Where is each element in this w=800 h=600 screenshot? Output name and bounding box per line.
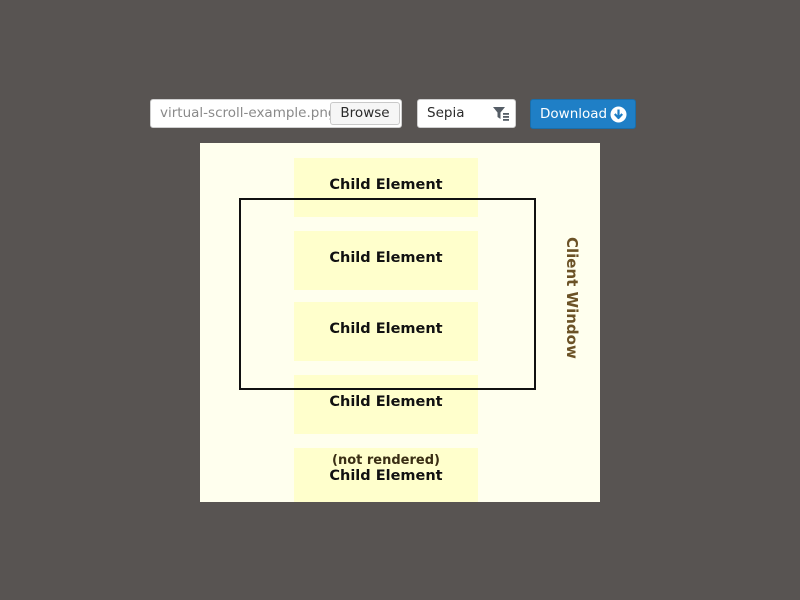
child-element-label: Child Element [329,468,443,484]
download-label: Download [540,106,608,122]
child-element-5: (not rendered) Child Element [294,448,478,502]
filter-select[interactable]: Sepia [417,99,516,128]
not-rendered-note: (not rendered) [332,453,440,468]
virtual-scroll-diagram: Child Element Child Element Child Elemen… [200,143,600,502]
child-element-label: Child Element [329,177,443,193]
download-circle-icon [610,106,627,123]
client-window-frame [239,198,536,390]
file-name-text: virtual-scroll-example.png [160,105,337,121]
filter-icon [493,107,509,121]
file-input[interactable]: virtual-scroll-example.png Browse [150,99,402,128]
child-element-label: Child Element [329,394,443,410]
toolbar: virtual-scroll-example.png Browse Sepia … [0,0,800,140]
download-button[interactable]: Download [530,99,636,129]
filter-value: Sepia [427,105,465,121]
client-window-label: Client Window [563,237,581,359]
browse-button[interactable]: Browse [330,102,400,125]
